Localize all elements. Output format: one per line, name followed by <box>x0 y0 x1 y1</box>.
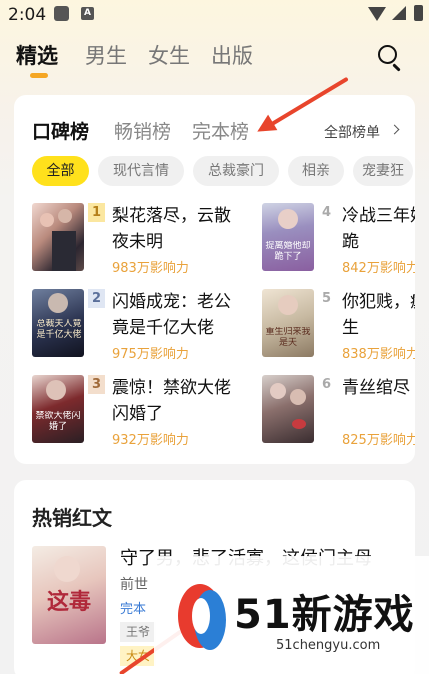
wifi-icon <box>368 7 386 21</box>
book-item-2[interactable]: 总裁夫人竟是千亿大佬 2 闪婚成宠：老公竟是千亿大佬 975万影响力 <box>32 289 231 362</box>
logo-mark-icon <box>172 580 228 652</box>
cover-title: 重生归来我是天 <box>265 327 311 348</box>
book-title: 震惊！禁欲大佬闪婚了 <box>112 378 231 424</box>
cover-title: 这毒 <box>46 590 91 615</box>
book-title: 闪婚成宠：老公竟是千亿大佬 <box>112 292 231 338</box>
book-heat: 983万影响力 <box>112 261 189 276</box>
book-title: 你犯贱，癫，重生 <box>342 292 415 338</box>
tab-bestseller-rank[interactable]: 畅销榜 <box>114 117 171 144</box>
book-cover: 重生归来我是天 <box>262 289 314 357</box>
chip-ceo-wealthy[interactable]: 总裁豪门 <box>193 156 279 186</box>
status-time: 2:04 <box>8 5 47 25</box>
chip-pampered-wife[interactable]: 宠妻狂 <box>353 156 413 186</box>
watermark-url: 51chengyu.com <box>276 638 381 653</box>
genre-filter-chips: 全部 现代言情 总裁豪门 相亲 宠妻狂 <box>32 156 415 186</box>
book-heat: 825万影响力 <box>342 433 415 448</box>
book-title: 冷战三年婚他却跪 <box>342 206 415 252</box>
book-item-1[interactable]: 1 梨花落尽，云散夜未明 983万影响力 <box>32 203 231 276</box>
chip-modern-romance[interactable]: 现代言情 <box>98 156 184 186</box>
book-heat: 842万影响力 <box>342 261 415 276</box>
book-cover[interactable]: 这毒 <box>32 546 106 644</box>
cover-title: 总裁夫人竟是千亿大佬 <box>36 319 82 340</box>
book-item-5[interactable]: 重生归来我是天 5 你犯贱，癫，重生 838万影响力 <box>262 289 415 362</box>
chip-blind-date[interactable]: 相亲 <box>288 156 344 186</box>
tab-reputation-rank[interactable]: 口碑榜 <box>32 117 89 144</box>
book-heat: 975万影响力 <box>112 347 189 362</box>
signal-icon <box>392 6 406 20</box>
cover-title: 提离婚他却跪下了 <box>265 241 311 262</box>
search-button[interactable] <box>376 43 404 72</box>
battery-icon <box>414 5 423 21</box>
book-item-6[interactable]: 6 青丝绾尽 825万影响力 <box>262 375 415 448</box>
status-bar: 2:04 A <box>0 0 429 30</box>
chevron-right-icon <box>389 124 400 135</box>
book-cover <box>262 375 314 443</box>
book-cover: 总裁夫人竟是千亿大佬 <box>32 289 84 357</box>
rank-badge: 5 <box>321 291 332 306</box>
rank-badge: 1 <box>88 203 105 222</box>
all-rankings-link[interactable]: 全部榜单 <box>324 122 380 142</box>
book-tag[interactable]: 王爷 <box>120 622 157 642</box>
watermark-brand: 51新游戏 <box>234 592 415 638</box>
section-title: 热销红文 <box>32 506 112 530</box>
tab-completed-rank[interactable]: 完本榜 <box>192 117 249 144</box>
rank-badge: 6 <box>321 377 332 392</box>
book-title: 梨花落尽，云散夜未明 <box>112 206 231 252</box>
book-title: 青丝绾尽 <box>342 378 410 398</box>
ranking-card: 口碑榜 畅销榜 完本榜 全部榜单 全部 现代言情 总裁豪门 相亲 宠妻狂 1 梨… <box>14 95 415 464</box>
tab-male[interactable]: 男生 <box>85 40 127 70</box>
book-heat: 932万影响力 <box>112 433 189 448</box>
book-cover: 禁欲大佬闪婚了 <box>32 375 84 443</box>
book-item-3[interactable]: 禁欲大佬闪婚了 3 震惊！禁欲大佬闪婚了 932万影响力 <box>32 375 231 448</box>
book-heat: 838万影响力 <box>342 347 415 362</box>
notification-square-icon <box>54 6 69 21</box>
tab-featured[interactable]: 精选 <box>16 40 58 70</box>
book-description: 前世 <box>120 577 148 593</box>
rank-badge: 2 <box>88 289 105 308</box>
tab-publish[interactable]: 出版 <box>211 40 253 70</box>
book-cover <box>32 203 84 271</box>
notification-a-icon: A <box>81 7 94 20</box>
watermark-logo: 51新游戏 51chengyu.com <box>154 556 429 674</box>
active-tab-indicator <box>30 73 48 78</box>
tab-female[interactable]: 女生 <box>148 40 190 70</box>
cover-title: 禁欲大佬闪婚了 <box>35 411 81 432</box>
rank-badge: 3 <box>88 375 105 394</box>
book-status: 完本 <box>120 602 147 617</box>
book-cover: 提离婚他却跪下了 <box>262 203 314 271</box>
chip-all[interactable]: 全部 <box>32 156 89 186</box>
book-item-4[interactable]: 提离婚他却跪下了 4 冷战三年婚他却跪 842万影响力 <box>262 203 415 276</box>
rank-badge: 4 <box>321 205 332 220</box>
